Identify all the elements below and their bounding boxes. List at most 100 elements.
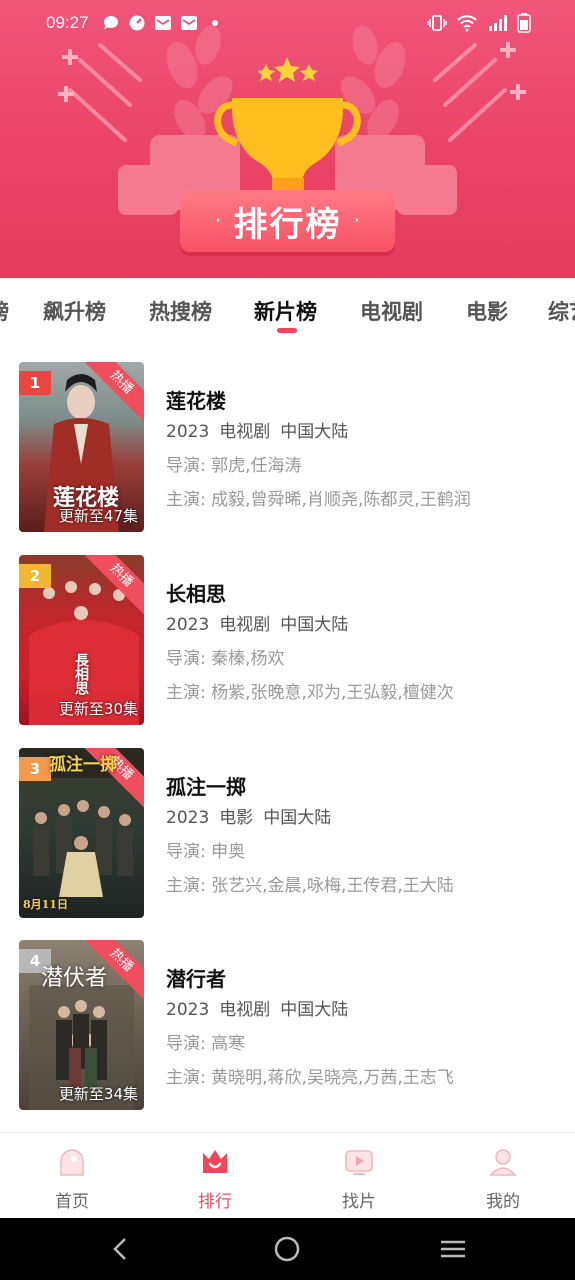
item-type: 电影 — [219, 808, 254, 828]
item-director: 导演: 申奥 — [166, 837, 566, 867]
item-year: 2023 — [166, 422, 210, 442]
poster-title-art: 孤注一掷 — [49, 755, 117, 775]
item-title[interactable]: 潜行者 — [166, 963, 566, 993]
item-director: 导演: 秦榛,杨欢 — [166, 644, 566, 674]
home-circle-icon[interactable] — [272, 1234, 302, 1264]
home-icon — [60, 1149, 84, 1176]
nav-label: 首页 — [55, 1192, 89, 1212]
item-region: 中国大陆 — [280, 422, 349, 442]
nav-label: 排行 — [198, 1192, 232, 1212]
list-item[interactable]: 3 热播 孤注一掷 8月11日 孤注一掷 2023 电影 中国大陆 导演: 申奥 主… — [0, 731, 575, 918]
item-type: 电视剧 — [219, 422, 271, 442]
cast-names: 杨紫,张晚意,邓为,王弘毅,檀健次 — [211, 683, 454, 703]
clock-app-icon — [129, 15, 145, 31]
item-year: 2023 — [166, 808, 210, 828]
menu-icon[interactable] — [438, 1234, 468, 1264]
tab-partial-left[interactable]: 榜 — [0, 296, 9, 326]
active-tab-indicator — [277, 328, 297, 333]
director-names: 申奥 — [211, 842, 246, 862]
item-cast: 主演: 张艺兴,金晨,咏梅,王传君,王大陆 — [166, 871, 566, 901]
item-meta: 2023 电视剧 中国大陆 — [166, 995, 566, 1025]
item-cast: 主演: 杨紫,张晚意,邓为,王弘毅,檀健次 — [166, 678, 566, 708]
dot-icon — [212, 20, 218, 26]
list-item[interactable]: 4 热播 潜伏者 更新至34集 潜行者 2023 电视剧 中国大陆 导演: 高寒 主… — [0, 923, 575, 1110]
item-info: 孤注一掷 2023 电影 中国大陆 导演: 申奥 主演: 张艺兴,金晨,咏梅,王传君… — [166, 771, 566, 901]
tab-new-releases[interactable]: 新片榜 — [254, 296, 317, 326]
list-item[interactable]: 1 热播 莲花楼 更新至47集 莲花楼 2023 电视剧 中国大陆 导演: 郭虎,任… — [0, 345, 575, 532]
item-region: 中国大陆 — [263, 808, 332, 828]
item-meta: 2023 电影 中国大陆 — [166, 803, 566, 833]
rank-badge: 3 — [19, 757, 51, 781]
cast-label: 主演: — [166, 490, 206, 510]
rank-badge: 1 — [19, 371, 51, 395]
director-label: 导演: — [166, 649, 206, 669]
tab-hot-search[interactable]: 热搜榜 — [149, 296, 212, 326]
item-title[interactable]: 孤注一掷 — [166, 771, 566, 801]
banner-dot-right: · — [353, 208, 361, 234]
poster-title-art: 長相思 — [73, 653, 89, 695]
director-names: 郭虎,任海涛 — [211, 456, 302, 476]
item-director: 导演: 郭虎,任海涛 — [166, 451, 566, 481]
item-info: 长相思 2023 电视剧 中国大陆 导演: 秦榛,杨欢 主演: 杨紫,张晚意,邓为,… — [166, 578, 566, 708]
back-icon[interactable] — [106, 1234, 136, 1264]
episode-update: 更新至30集 — [58, 700, 138, 718]
episode-update: 更新至47集 — [58, 507, 138, 525]
cast-names: 成毅,曾舜晞,肖顺尧,陈都灵,王鹤润 — [211, 490, 471, 510]
tab-movies[interactable]: 电影 — [466, 296, 508, 326]
notification-icons — [102, 14, 224, 32]
banner-dot-left: · — [214, 208, 222, 234]
poster[interactable]: 3 热播 孤注一掷 8月11日 — [19, 748, 144, 918]
cast-label: 主演: — [166, 1068, 206, 1088]
message-icon — [104, 16, 118, 29]
item-region: 中国大陆 — [280, 1000, 349, 1020]
item-director: 导演: 高寒 — [166, 1029, 566, 1059]
banner-title-plate: · 排行榜 · — [180, 190, 395, 252]
item-meta: 2023 电视剧 中国大陆 — [166, 610, 566, 640]
poster[interactable]: 1 热播 莲花楼 更新至47集 — [19, 362, 144, 532]
page-title: 排行榜 — [233, 204, 342, 245]
wifi-icon — [457, 15, 477, 32]
cast-names: 张艺兴,金晨,咏梅,王传君,王大陆 — [211, 876, 454, 896]
director-names: 秦榛,杨欢 — [211, 649, 285, 669]
nav-home[interactable]: 首页 — [32, 1133, 112, 1219]
signal-icon — [489, 15, 507, 31]
crown-icon — [203, 1150, 227, 1173]
nav-label: 我的 — [486, 1192, 520, 1212]
status-bar: 09:27 — [0, 0, 575, 46]
list-item[interactable]: 2 热播 長相思 更新至30集 长相思 2023 电视剧 中国大陆 导演: 秦榛,杨… — [0, 538, 575, 725]
system-nav-bar — [0, 1218, 575, 1280]
rank-badge: 2 — [19, 564, 51, 588]
item-info: 潜行者 2023 电视剧 中国大陆 导演: 高寒 主演: 黄晓明,蒋欣,吴晓亮,万茜… — [166, 963, 566, 1093]
director-label: 导演: — [166, 456, 206, 476]
poster-release-date: 8月11日 — [23, 898, 68, 911]
video-play-icon — [345, 1150, 373, 1175]
director-label: 导演: — [166, 842, 206, 862]
item-title[interactable]: 长相思 — [166, 578, 566, 608]
mail-icon — [181, 16, 197, 30]
item-type: 电视剧 — [219, 615, 271, 635]
tab-rising[interactable]: 飙升榜 — [43, 296, 106, 326]
item-region: 中国大陆 — [280, 615, 349, 635]
mail-icon — [155, 16, 171, 30]
tab-tv-series[interactable]: 电视剧 — [360, 296, 423, 326]
nav-label: 找片 — [342, 1192, 376, 1212]
item-year: 2023 — [166, 1000, 210, 1020]
bottom-nav: 首页 排行 找片 我的 — [0, 1132, 575, 1218]
nav-profile[interactable]: 我的 — [463, 1133, 543, 1219]
director-names: 高寒 — [211, 1034, 246, 1054]
item-info: 莲花楼 2023 电视剧 中国大陆 导演: 郭虎,任海涛 主演: 成毅,曾舜晞,肖顺… — [166, 385, 566, 515]
item-title[interactable]: 莲花楼 — [166, 385, 566, 415]
nav-find-movies[interactable]: 找片 — [319, 1133, 399, 1219]
battery-icon — [517, 13, 531, 33]
nav-ranking[interactable]: 排行 — [175, 1133, 255, 1219]
item-type: 电视剧 — [219, 1000, 271, 1020]
item-meta: 2023 电视剧 中国大陆 — [166, 417, 566, 447]
episode-update: 更新至34集 — [58, 1085, 138, 1103]
status-time: 09:27 — [46, 13, 89, 32]
poster-title-art: 潜伏者 — [41, 966, 108, 991]
user-icon — [489, 1149, 517, 1176]
poster[interactable]: 4 热播 潜伏者 更新至34集 — [19, 940, 144, 1110]
ranking-banner: 09:27 · 排行榜 · — [0, 0, 575, 278]
tab-variety[interactable]: 综艺 — [548, 296, 575, 326]
poster[interactable]: 2 热播 長相思 更新至30集 — [19, 555, 144, 725]
